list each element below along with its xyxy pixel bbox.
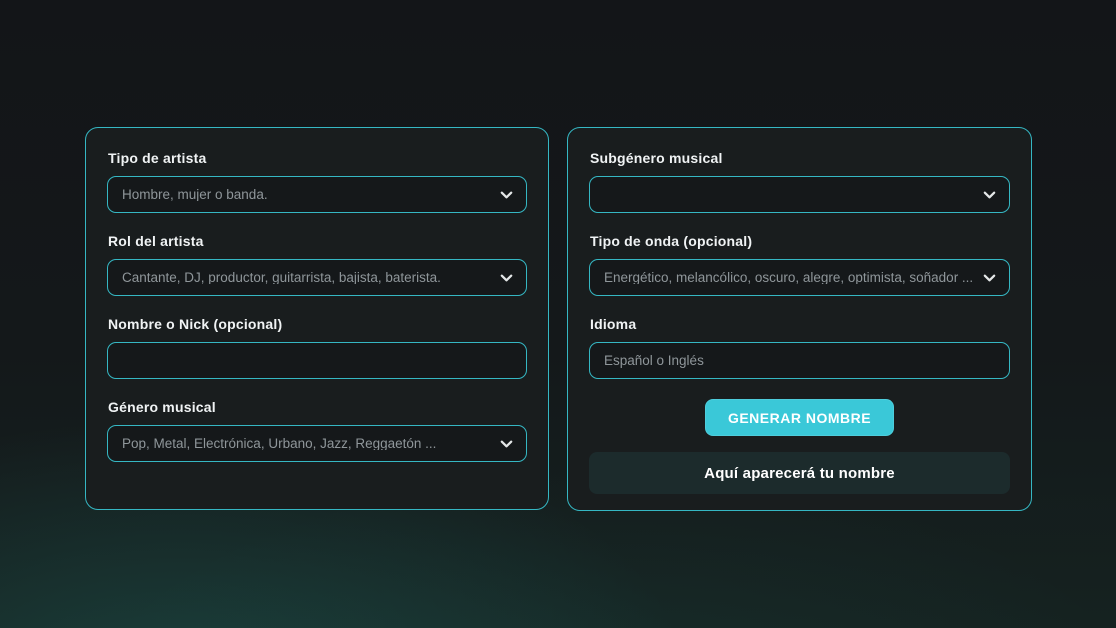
- tipo-de-artista-label: Tipo de artista: [108, 150, 527, 166]
- select-placeholder: Cantante, DJ, productor, guitarrista, ba…: [122, 271, 512, 285]
- tipo-de-onda-label: Tipo de onda (opcional): [590, 233, 1010, 249]
- nombre-nick-label: Nombre o Nick (opcional): [108, 316, 527, 332]
- generar-nombre-button[interactable]: GENERAR NOMBRE: [705, 399, 894, 436]
- result-box: Aquí aparecerá tu nombre: [589, 452, 1010, 494]
- genero-musical-label: Género musical: [108, 399, 527, 415]
- idioma-label: Idioma: [590, 316, 1010, 332]
- rol-del-artista-select[interactable]: Cantante, DJ, productor, guitarrista, ba…: [107, 259, 527, 296]
- chevron-down-icon: [499, 436, 514, 451]
- chevron-down-icon: [499, 270, 514, 285]
- genero-musical-select[interactable]: Pop, Metal, Electrónica, Urbano, Jazz, R…: [107, 425, 527, 462]
- tipo-de-artista-select[interactable]: Hombre, mujer o banda.: [107, 176, 527, 213]
- subgenero-musical-select[interactable]: [589, 176, 1010, 213]
- subgenero-musical-label: Subgénero musical: [590, 150, 1010, 166]
- idioma-input[interactable]: [589, 342, 1010, 379]
- nombre-nick-input[interactable]: [107, 342, 527, 379]
- chevron-down-icon: [982, 187, 997, 202]
- select-placeholder: Energético, melancólico, oscuro, alegre,…: [604, 271, 995, 285]
- artist-form-panel: Tipo de artista Hombre, mujer o banda. R…: [85, 127, 549, 510]
- tipo-de-onda-select[interactable]: Energético, melancólico, oscuro, alegre,…: [589, 259, 1010, 296]
- select-placeholder: Hombre, mujer o banda.: [122, 188, 512, 202]
- chevron-down-icon: [982, 270, 997, 285]
- select-placeholder: Pop, Metal, Electrónica, Urbano, Jazz, R…: [122, 437, 512, 451]
- generator-panel: Subgénero musical Tipo de onda (opcional…: [567, 127, 1032, 511]
- chevron-down-icon: [499, 187, 514, 202]
- rol-del-artista-label: Rol del artista: [108, 233, 527, 249]
